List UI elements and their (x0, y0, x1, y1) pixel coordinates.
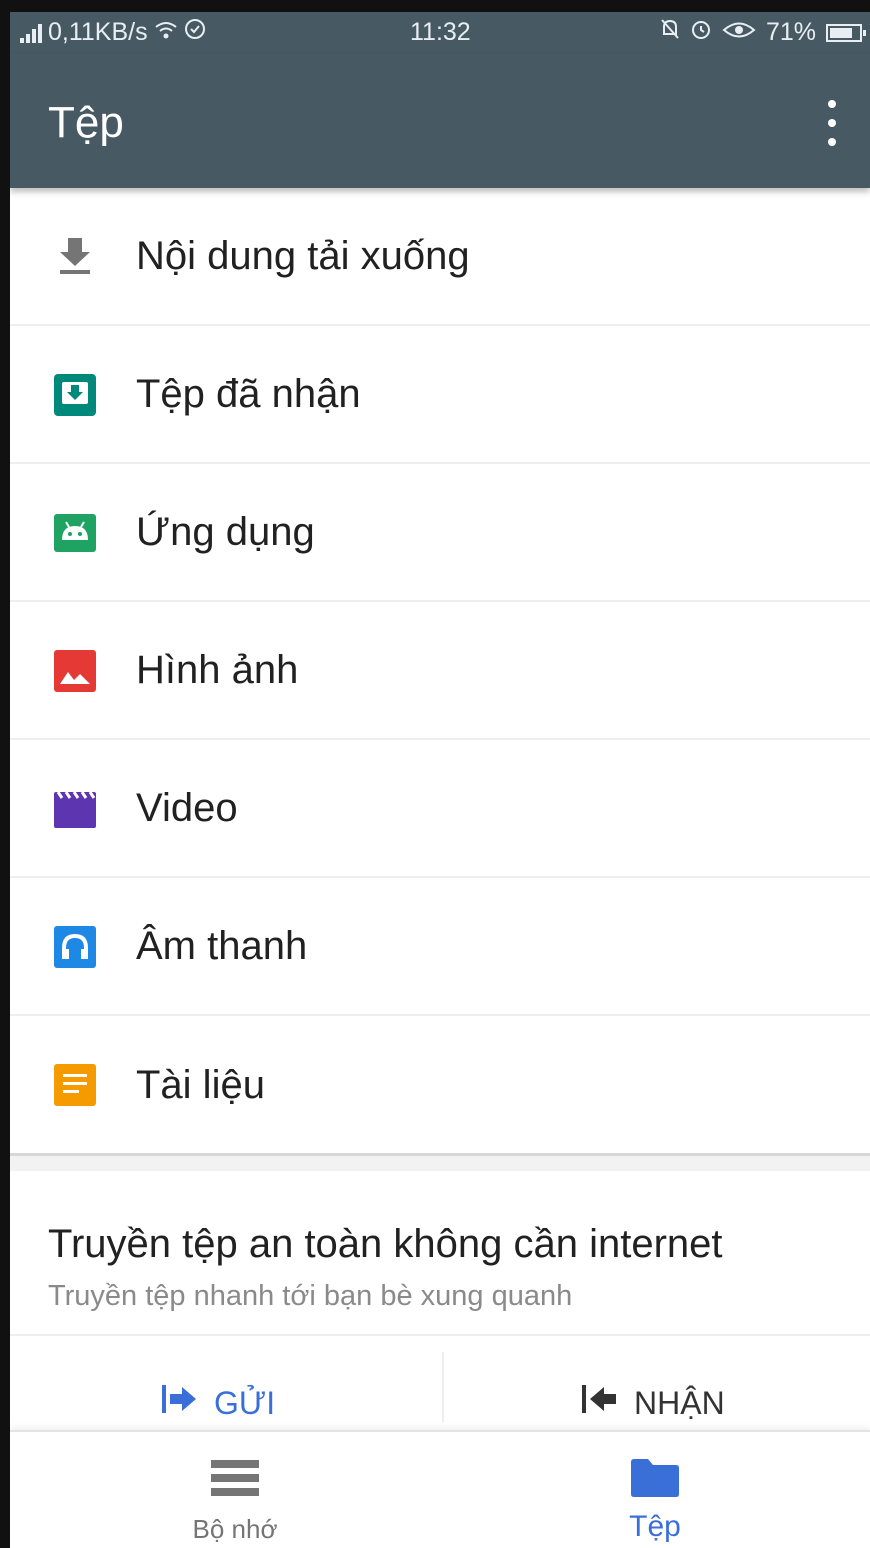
wifi-icon (154, 18, 178, 47)
more-dot-icon (828, 119, 836, 127)
nav-item-files[interactable]: Tệp (440, 1432, 870, 1548)
status-right: 71% (660, 18, 866, 47)
android-icon (52, 510, 98, 556)
receive-button[interactable]: NHẬN (580, 1380, 725, 1426)
transfer-title: Truyền tệp an toàn không cần internet (48, 1222, 723, 1266)
list-item-received-files[interactable]: Tệp đã nhận (10, 326, 870, 464)
received-files-icon (52, 372, 98, 418)
nav-label-storage: Bộ nhớ (192, 1514, 278, 1544)
button-divider (442, 1352, 444, 1422)
silent-icon (660, 18, 680, 47)
nav-item-storage[interactable]: Bộ nhớ (20, 1432, 450, 1548)
bottom-navigation: Bộ nhớ Tệp (10, 1430, 870, 1548)
list-item-label: Tài liệu (136, 1062, 265, 1107)
list-item-label: Ứng dụng (136, 509, 315, 554)
screen: 0,11KB/s 11:32 71% Tệp Nội dung tải xuốn… (0, 0, 870, 1548)
list-item-label: Video (136, 785, 238, 830)
list-item-downloads[interactable]: Nội dung tải xuống (10, 188, 870, 326)
list-item-video[interactable]: Video (10, 740, 870, 878)
send-button[interactable]: GỬI (160, 1380, 275, 1426)
category-list: Nội dung tải xuống Tệp đã nhận Ứng dụng … (10, 188, 870, 1154)
network-speed: 0,11KB/s (48, 18, 148, 46)
document-icon (52, 1062, 98, 1108)
list-item-documents[interactable]: Tài liệu (10, 1016, 870, 1154)
signal-icon (20, 23, 42, 43)
card-divider (10, 1334, 870, 1336)
list-item-label: Tệp đã nhận (136, 371, 361, 416)
transfer-subtitle: Truyền tệp nhanh tới bạn bè xung quanh (48, 1280, 573, 1312)
video-icon (52, 786, 98, 832)
list-item-apps[interactable]: Ứng dụng (10, 464, 870, 602)
list-item-audio[interactable]: Âm thanh (10, 878, 870, 1016)
receive-label: NHẬN (634, 1384, 725, 1421)
download-icon (52, 234, 98, 280)
storage-icon (209, 1456, 261, 1500)
section-divider (10, 1153, 870, 1171)
send-label: GỬI (214, 1384, 276, 1421)
page-title: Tệp (48, 98, 124, 147)
more-dot-icon (828, 100, 836, 108)
image-icon (52, 648, 98, 694)
data-saver-icon (184, 18, 206, 47)
app-bar: Tệp (10, 54, 870, 188)
battery-icon (826, 23, 866, 42)
list-item-label: Nội dung tải xuống (136, 233, 470, 278)
status-left: 0,11KB/s (20, 18, 206, 47)
headphones-icon (52, 924, 98, 970)
status-time: 11:32 (410, 18, 471, 46)
receive-icon (580, 1383, 620, 1423)
folder-icon (629, 1456, 681, 1500)
more-options-button[interactable] (822, 100, 842, 146)
list-item-label: Hình ảnh (136, 647, 299, 692)
nav-label-files: Tệp (629, 1510, 681, 1543)
eye-icon (722, 18, 756, 47)
send-icon (160, 1383, 200, 1423)
more-dot-icon (828, 138, 836, 146)
battery-percent: 71% (765, 18, 816, 46)
alarm-icon (690, 18, 712, 47)
list-item-images[interactable]: Hình ảnh (10, 602, 870, 740)
list-item-label: Âm thanh (136, 923, 308, 968)
status-bar: 0,11KB/s 11:32 71% (10, 12, 870, 54)
